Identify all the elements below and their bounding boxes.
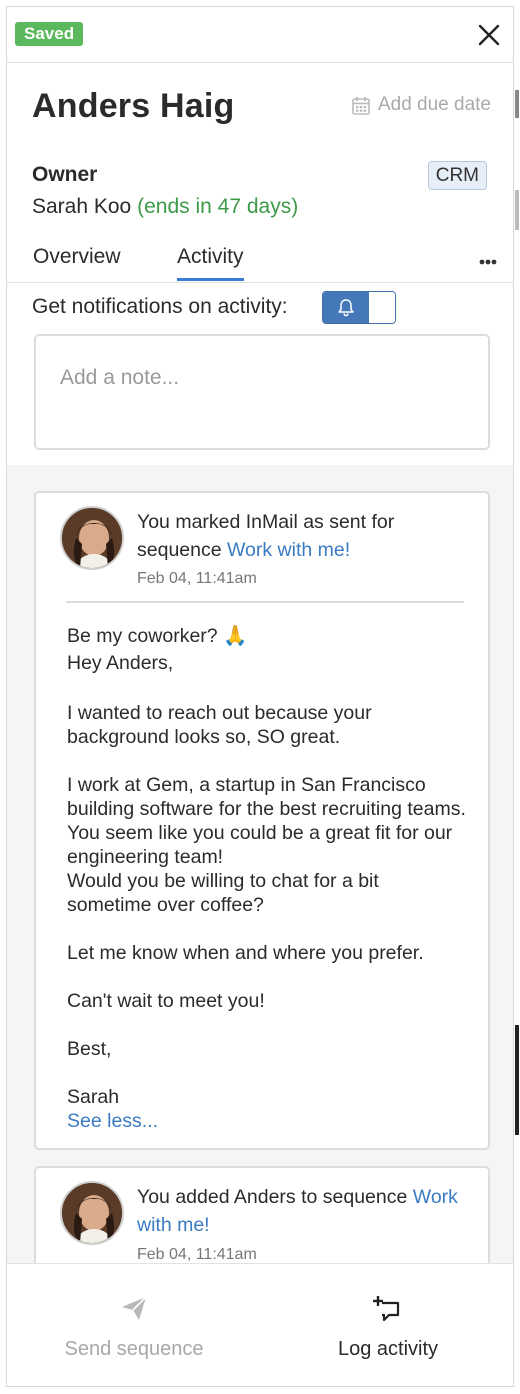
message-paragraph: I wanted to reach out because your backg… <box>67 702 372 748</box>
status-badge: Saved <box>15 22 84 46</box>
message-signoff: Best, <box>67 1038 112 1060</box>
tab-bar: Overview Activity <box>7 237 513 283</box>
more-options-button[interactable] <box>479 245 497 271</box>
add-due-date-button[interactable]: Add due date <box>352 94 491 116</box>
owner-label: Owner <box>32 163 98 186</box>
log-activity-icon <box>373 1296 400 1322</box>
message-subject: Be my coworker? 🙏 <box>67 625 248 647</box>
message-signature: Sarah <box>67 1086 120 1108</box>
contact-name: Anders Haig <box>32 87 235 125</box>
tab-activity[interactable]: Activity <box>177 245 244 281</box>
see-less-link[interactable]: See less... <box>67 1110 158 1133</box>
crm-badge[interactable]: CRM <box>427 161 487 190</box>
activity-text: You added Anders to sequence <box>137 1186 408 1208</box>
send-sequence-label: Send sequence <box>64 1338 204 1360</box>
message-paragraph: Can't wait to meet you! <box>67 990 265 1012</box>
activity-card: You marked InMail as sent for sequence W… <box>34 491 490 1150</box>
activity-timestamp: Feb 04, 11:41am <box>137 570 257 587</box>
app-frame: Saved Anders Haig Add due date Owner Sar… <box>0 0 520 1394</box>
contact-panel: Saved Anders Haig Add due date Owner Sar… <box>6 6 514 1386</box>
activity-description: You marked InMail as sent for sequence W… <box>137 508 477 564</box>
owner-name: Sarah Koo <box>32 195 132 218</box>
calendar-icon <box>352 96 370 115</box>
tab-overview[interactable]: Overview <box>33 245 121 269</box>
divider <box>66 601 464 603</box>
notifications-toggle[interactable] <box>322 291 396 324</box>
activity-timestamp: Feb 04, 11:41am <box>137 1246 257 1263</box>
notifications-label: Get notifications on activity: <box>32 295 288 318</box>
send-icon <box>122 1296 147 1320</box>
avatar <box>60 1181 124 1245</box>
add-note-input[interactable] <box>34 334 490 450</box>
log-activity-label: Log activity <box>337 1338 439 1360</box>
avatar <box>60 506 124 570</box>
owner-value: Sarah Koo (ends in 47 days) <box>32 195 298 219</box>
close-button[interactable] <box>475 21 503 49</box>
activity-feed: You marked InMail as sent for sequence W… <box>7 465 513 1306</box>
send-sequence-button[interactable]: Send sequence <box>7 1264 261 1386</box>
message-paragraph: Would you be willing to chat for a bit s… <box>67 870 379 916</box>
toggle-on-segment <box>323 292 369 323</box>
log-activity-button[interactable]: Log activity <box>261 1264 513 1386</box>
message-paragraph: Let me know when and where you prefer. <box>67 942 424 964</box>
bell-icon <box>338 299 354 317</box>
footer-actions: Send sequence Log activity <box>7 1263 513 1386</box>
activity-description: You added Anders to sequence Work with m… <box>137 1183 477 1239</box>
panel-bottom-border <box>6 1386 514 1387</box>
sequence-link[interactable]: Work with me! <box>227 539 350 561</box>
message-paragraph: I work at Gem, a startup in San Francisc… <box>67 774 466 868</box>
top-bar: Saved <box>7 7 513 63</box>
toggle-off-segment <box>369 292 395 323</box>
owner-ends: (ends in 47 days) <box>137 195 299 218</box>
background-window-edge <box>514 0 520 1394</box>
message-greeting: Hey Anders, <box>67 652 174 674</box>
close-icon <box>478 24 500 46</box>
add-due-date-label: Add due date <box>377 94 491 115</box>
more-horizontal-icon <box>479 259 497 265</box>
